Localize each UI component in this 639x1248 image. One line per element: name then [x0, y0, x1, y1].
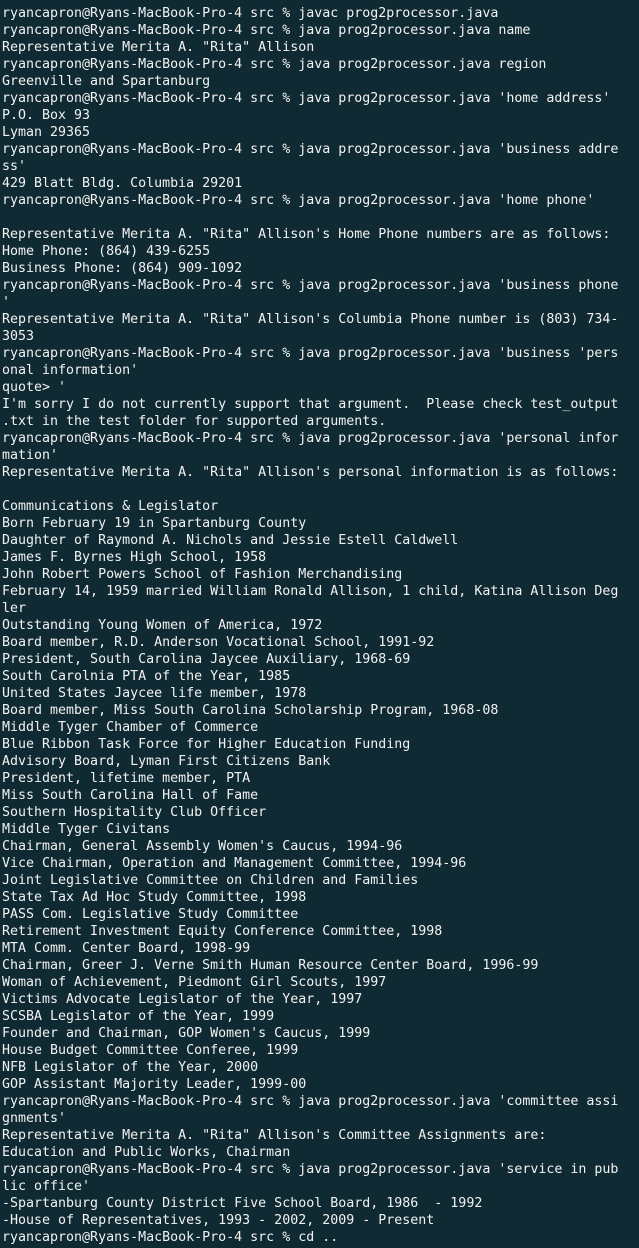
output-line: Retirement Investment Equity Conference …	[2, 924, 443, 939]
output-line: United States Jaycee life member, 1978	[2, 686, 307, 701]
output-line: MTA Comm. Center Board, 1998-99	[2, 941, 251, 956]
output-line: '	[2, 295, 11, 310]
output-line: Middle Tyger Civitans	[2, 822, 171, 837]
command-line: ryancapron@Ryans-MacBook-Pro-4 src % jav…	[2, 91, 611, 106]
command-line: ryancapron@Ryans-MacBook-Pro-4 src % jav…	[2, 1094, 619, 1109]
command-line: ryancapron@Ryans-MacBook-Pro-4 src % jav…	[2, 57, 547, 72]
output-line: Representative Merita A. "Rita" Allison	[2, 40, 315, 55]
output-line: Outstanding Young Women of America, 1972	[2, 618, 323, 633]
output-line: Representative Merita A. "Rita" Allison'…	[2, 1128, 547, 1143]
command-line: ryancapron@Ryans-MacBook-Pro-4 src % jav…	[2, 431, 619, 446]
output-line: South Carolnia PTA of the Year, 1985	[2, 669, 291, 684]
output-line: GOP Assistant Majority Leader, 1999-00	[2, 1077, 307, 1092]
output-line: Chairman, General Assembly Women's Caucu…	[2, 839, 403, 854]
output-line: Advisory Board, Lyman First Citizens Ban…	[2, 754, 331, 769]
output-line: onal information'	[2, 363, 139, 378]
output-line: President, South Carolina Jaycee Auxilia…	[2, 652, 411, 667]
output-line: Founder and Chairman, GOP Women's Caucus…	[2, 1026, 371, 1041]
output-line: Victims Advocate Legislator of the Year,…	[2, 992, 363, 1007]
output-line: ler	[2, 601, 27, 616]
output-line: Southern Hospitality Club Officer	[2, 805, 267, 820]
output-line: Home Phone: (864) 439-6255	[2, 244, 211, 259]
output-line: Representative Merita A. "Rita" Allison'…	[2, 312, 619, 327]
output-line: ss'	[2, 159, 27, 174]
output-line: Communications & Legislator	[2, 499, 219, 514]
output-line: Joint Legislative Committee on Children …	[2, 873, 419, 888]
output-line: -Spartanburg County District Five School…	[2, 1196, 483, 1211]
output-line: NFB Legislator of the Year, 2000	[2, 1060, 259, 1075]
command-line: ryancapron@Ryans-MacBook-Pro-4 src % jav…	[2, 346, 619, 361]
command-line: ryancapron@Ryans-MacBook-Pro-4 src % jav…	[2, 142, 619, 157]
output-line: Middle Tyger Chamber of Commerce	[2, 720, 259, 735]
output-line: -House of Representatives, 1993 - 2002, …	[2, 1213, 435, 1228]
output-line: mation'	[2, 448, 59, 463]
output-line: Representative Merita A. "Rita" Allison'…	[2, 465, 619, 480]
output-line: February 14, 1959 married William Ronald…	[2, 584, 619, 599]
output-line: SCSBA Legislator of the Year, 1999	[2, 1009, 275, 1024]
command-line: ryancapron@Ryans-MacBook-Pro-4 src % jav…	[2, 6, 499, 21]
output-line: Greenville and Spartanburg	[2, 74, 211, 89]
command-line: ryancapron@Ryans-MacBook-Pro-4 src % jav…	[2, 23, 531, 38]
command-line: ryancapron@Ryans-MacBook-Pro-4 src % jav…	[2, 193, 595, 208]
command-line: ryancapron@Ryans-MacBook-Pro-4 src % jav…	[2, 278, 619, 293]
output-line: Education and Public Works, Chairman	[2, 1145, 291, 1160]
terminal-window[interactable]: ryancapron@Ryans-MacBook-Pro-4 src % jav…	[0, 0, 639, 1248]
output-line: Vice Chairman, Operation and Management …	[2, 856, 467, 871]
output-line: Board member, R.D. Anderson Vocational S…	[2, 635, 435, 650]
command-line: ryancapron@Ryans-MacBook-Pro-4 src % cd …	[2, 1230, 339, 1245]
output-line: State Tax Ad Hoc Study Committee, 1998	[2, 890, 307, 905]
output-line: 3053	[2, 329, 35, 344]
output-line: P.O. Box 93	[2, 108, 91, 123]
output-line: .txt in the test folder for supported ar…	[2, 414, 387, 429]
output-line: Chairman, Greer J. Verne Smith Human Res…	[2, 958, 539, 973]
output-line: PASS Com. Legislative Study Committee	[2, 907, 299, 922]
output-line: President, lifetime member, PTA	[2, 771, 251, 786]
output-line: Blue Ribbon Task Force for Higher Educat…	[2, 737, 411, 752]
output-line: Woman of Achievement, Piedmont Girl Scou…	[2, 975, 387, 990]
output-line: Daughter of Raymond A. Nichols and Jessi…	[2, 533, 459, 548]
output-line: Board member, Miss South Carolina Schola…	[2, 703, 499, 718]
output-line: 429 Blatt Bldg. Columbia 29201	[2, 176, 243, 191]
output-line: Born February 19 in Spartanburg County	[2, 516, 307, 531]
output-line: Lyman 29365	[2, 125, 91, 140]
output-line: gnments'	[2, 1111, 67, 1126]
terminal-output: ryancapron@Ryans-MacBook-Pro-4 src % jav…	[2, 5, 639, 1246]
output-line: House Budget Committee Conferee, 1999	[2, 1043, 299, 1058]
command-line: ryancapron@Ryans-MacBook-Pro-4 src % jav…	[2, 1162, 619, 1177]
output-line: quote> '	[2, 380, 67, 395]
output-line: John Robert Powers School of Fashion Mer…	[2, 567, 403, 582]
output-line: I'm sorry I do not currently support tha…	[2, 397, 619, 412]
output-line: Miss South Carolina Hall of Fame	[2, 788, 259, 803]
output-line: lic office'	[2, 1179, 91, 1194]
output-line: Representative Merita A. "Rita" Allison'…	[2, 227, 611, 242]
output-line: Business Phone: (864) 909-1092	[2, 261, 243, 276]
output-line: James F. Byrnes High School, 1958	[2, 550, 267, 565]
